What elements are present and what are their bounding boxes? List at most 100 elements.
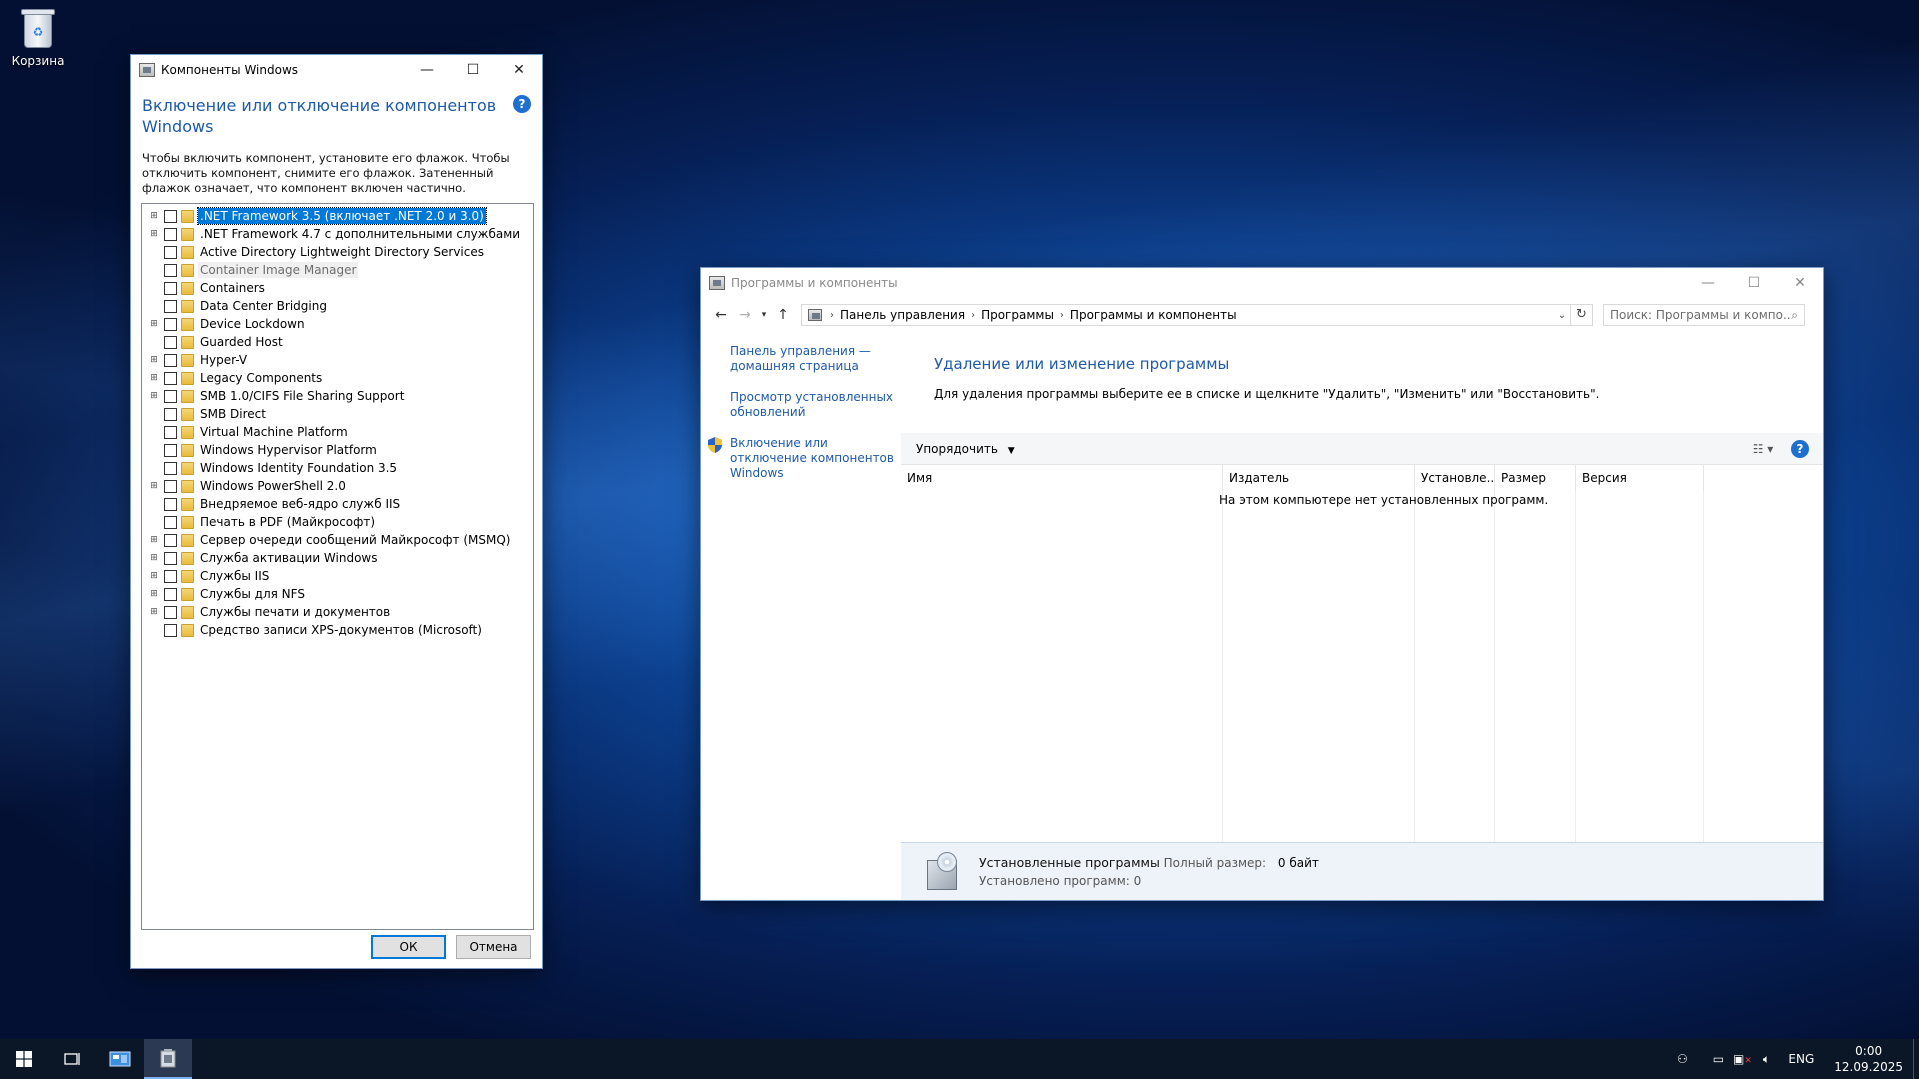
- language-indicator[interactable]: ENG: [1778, 1052, 1824, 1066]
- feature-row[interactable]: ⊞ Legacy Components: [142, 369, 533, 387]
- feature-label[interactable]: SMB Direct: [198, 406, 268, 422]
- feature-row[interactable]: ⊞ Windows PowerShell 2.0: [142, 477, 533, 495]
- feature-checkbox[interactable]: [164, 605, 177, 619]
- feature-label[interactable]: Legacy Components: [198, 370, 324, 386]
- expand-icon[interactable]: ⊞: [148, 607, 160, 617]
- feature-row[interactable]: Средство записи XPS-документов (Microsof…: [142, 621, 533, 639]
- feature-row[interactable]: ⊞ Device Lockdown: [142, 315, 533, 333]
- feature-row[interactable]: Data Center Bridging: [142, 297, 533, 315]
- control-panel-home-link[interactable]: Панель управления — домашняя страница: [701, 344, 901, 374]
- view-installed-updates-link[interactable]: Просмотр установленных обновлений: [701, 390, 901, 420]
- feature-checkbox[interactable]: [164, 389, 177, 403]
- minimize-button[interactable]: —: [404, 55, 450, 85]
- feature-label[interactable]: Device Lockdown: [198, 316, 307, 332]
- feature-checkbox[interactable]: [164, 353, 177, 367]
- feature-label[interactable]: Службы для NFS: [198, 586, 307, 602]
- feature-row[interactable]: ⊞ .NET Framework 3.5 (включает .NET 2.0 и…: [142, 207, 533, 225]
- feature-row[interactable]: ⊞ Службы для NFS: [142, 585, 533, 603]
- battery-icon[interactable]: ▭: [1706, 1052, 1730, 1066]
- expand-icon[interactable]: ⊞: [148, 211, 160, 221]
- feature-checkbox[interactable]: [164, 245, 177, 259]
- feature-label[interactable]: .NET Framework 4.7 с дополнительными слу…: [198, 226, 522, 242]
- feature-row[interactable]: Guarded Host: [142, 333, 533, 351]
- up-button[interactable]: ↑: [771, 307, 795, 323]
- feature-checkbox[interactable]: [164, 407, 177, 421]
- feature-checkbox[interactable]: [164, 209, 177, 223]
- feature-label[interactable]: Data Center Bridging: [198, 298, 329, 314]
- feature-row[interactable]: ⊞ Сервер очереди сообщений Майкрософт (MS…: [142, 531, 533, 549]
- feature-label[interactable]: Hyper-V: [198, 352, 249, 368]
- breadcrumb-item[interactable]: Панель управления: [840, 308, 965, 322]
- feature-label[interactable]: Windows PowerShell 2.0: [198, 478, 348, 494]
- expand-icon[interactable]: ⊞: [148, 319, 160, 329]
- feature-row[interactable]: Печать в PDF (Майкрософт): [142, 513, 533, 531]
- close-button[interactable]: ✕: [1777, 268, 1823, 298]
- feature-row[interactable]: Windows Hypervisor Platform: [142, 441, 533, 459]
- feature-row[interactable]: Внедряемое веб-ядро служб IIS: [142, 495, 533, 513]
- expand-icon[interactable]: ⊞: [148, 589, 160, 599]
- feature-checkbox[interactable]: [164, 587, 177, 601]
- feature-label[interactable]: Служба активации Windows: [198, 550, 380, 566]
- show-desktop-button[interactable]: [1913, 1039, 1919, 1079]
- programs-titlebar[interactable]: Программы и компоненты — ☐ ✕: [701, 268, 1823, 298]
- back-button[interactable]: ←: [709, 307, 733, 323]
- feature-label[interactable]: Virtual Machine Platform: [198, 424, 350, 440]
- feature-label[interactable]: Containers: [198, 280, 267, 296]
- feature-row[interactable]: ⊞ Службы IIS: [142, 567, 533, 585]
- feature-label[interactable]: Windows Identity Foundation 3.5: [198, 460, 399, 476]
- feature-row[interactable]: Windows Identity Foundation 3.5: [142, 459, 533, 477]
- people-icon[interactable]: ⚇: [1670, 1052, 1694, 1066]
- expand-icon[interactable]: ⊞: [148, 571, 160, 581]
- feature-checkbox[interactable]: [164, 281, 177, 295]
- view-options-button[interactable]: ☷ ▾: [1743, 442, 1783, 456]
- recycle-bin-shortcut[interactable]: ♻ Корзина: [6, 6, 70, 68]
- maximize-button[interactable]: ☐: [1731, 268, 1777, 298]
- feature-row[interactable]: SMB Direct: [142, 405, 533, 423]
- feature-checkbox[interactable]: [164, 317, 177, 331]
- column-name[interactable]: Имя ^: [901, 465, 1223, 491]
- help-icon[interactable]: ?: [513, 95, 531, 113]
- feature-label[interactable]: SMB 1.0/CIFS File Sharing Support: [198, 388, 406, 404]
- windows-features-link[interactable]: Включение или отключение компонентов Win…: [701, 436, 901, 481]
- feature-label[interactable]: Active Directory Lightweight Directory S…: [198, 244, 486, 260]
- feature-checkbox[interactable]: [164, 299, 177, 313]
- address-dropdown-icon[interactable]: ⌄: [1554, 310, 1570, 321]
- feature-checkbox[interactable]: [164, 425, 177, 439]
- feature-checkbox[interactable]: [164, 443, 177, 457]
- column-size[interactable]: Размер: [1495, 465, 1576, 491]
- column-installed-on[interactable]: Установле...: [1415, 465, 1495, 491]
- search-input[interactable]: Поиск: Программы и компо... ⌕: [1603, 304, 1805, 326]
- cancel-button[interactable]: Отмена: [456, 935, 531, 959]
- feature-row[interactable]: Active Directory Lightweight Directory S…: [142, 243, 533, 261]
- feature-label[interactable]: Службы печати и документов: [198, 604, 392, 620]
- recent-locations-button[interactable]: ▾: [757, 310, 771, 320]
- start-button[interactable]: [0, 1039, 48, 1079]
- features-tree[interactable]: ⊞ .NET Framework 3.5 (включает .NET 2.0 и…: [141, 203, 534, 930]
- feature-label[interactable]: Сервер очереди сообщений Майкрософт (MSM…: [198, 532, 512, 548]
- help-icon[interactable]: ?: [1791, 439, 1809, 458]
- task-view-button[interactable]: [48, 1039, 96, 1079]
- expand-icon[interactable]: ⊞: [148, 355, 160, 365]
- feature-row[interactable]: Containers: [142, 279, 533, 297]
- clock[interactable]: 0:00 12.09.2025: [1824, 1043, 1913, 1075]
- address-bar[interactable]: › Панель управления › Программы › Програ…: [801, 304, 1571, 326]
- expand-icon[interactable]: ⊞: [148, 373, 160, 383]
- expand-icon[interactable]: ⊞: [148, 391, 160, 401]
- server-manager-taskbar-button[interactable]: [96, 1039, 144, 1079]
- feature-label[interactable]: Средство записи XPS-документов (Microsof…: [198, 622, 484, 638]
- feature-checkbox[interactable]: [164, 461, 177, 475]
- feature-checkbox[interactable]: [164, 263, 177, 277]
- feature-checkbox[interactable]: [164, 497, 177, 511]
- expand-icon[interactable]: ⊞: [148, 229, 160, 239]
- feature-checkbox[interactable]: [164, 551, 177, 565]
- expand-icon[interactable]: ⊞: [148, 481, 160, 491]
- feature-label[interactable]: Guarded Host: [198, 334, 285, 350]
- close-button[interactable]: ✕: [496, 55, 542, 85]
- feature-label[interactable]: Container Image Manager: [198, 262, 359, 278]
- feature-checkbox[interactable]: [164, 227, 177, 241]
- feature-row[interactable]: Virtual Machine Platform: [142, 423, 533, 441]
- feature-label[interactable]: Windows Hypervisor Platform: [198, 442, 379, 458]
- features-titlebar[interactable]: Компоненты Windows — ☐ ✕: [131, 55, 542, 85]
- feature-row[interactable]: ⊞ Службы печати и документов: [142, 603, 533, 621]
- feature-row[interactable]: ⊞ .NET Framework 4.7 с дополнительными сл…: [142, 225, 533, 243]
